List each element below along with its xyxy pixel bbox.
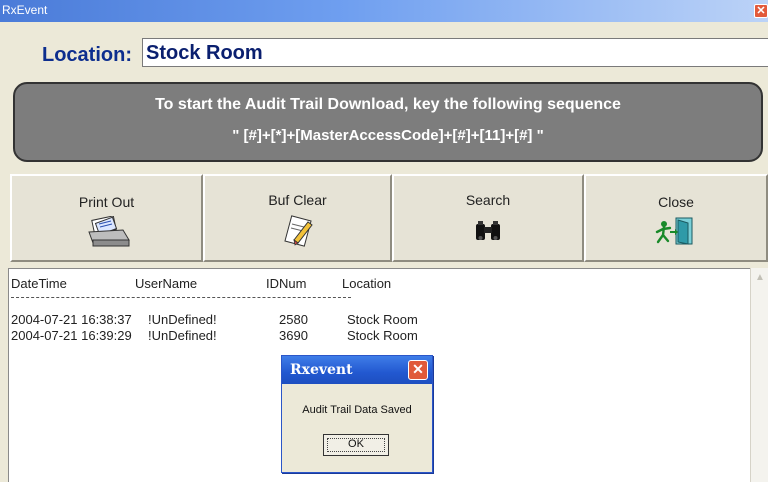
row-2-datetime: 2004-07-21 16:39:29 [11, 328, 132, 343]
row-1-location: Stock Room [347, 312, 418, 327]
header-datetime: DateTime [11, 276, 67, 291]
search-label: Search [465, 192, 511, 208]
dialog-title: Rxevent [290, 362, 353, 378]
print-out-label: Print Out [78, 194, 135, 210]
window-close-button[interactable]: ✕ [754, 4, 768, 18]
header-location: Location [342, 276, 392, 291]
buf-clear-label: Buf Clear [268, 192, 327, 208]
row-1-idnum: 2580 [279, 312, 308, 327]
close-button[interactable]: Close [584, 174, 768, 262]
window-title: RxEvent [2, 3, 48, 17]
scroll-up-icon[interactable]: ▲ [753, 271, 767, 285]
instruction-banner: To start the Audit Trail Download, key t… [13, 82, 763, 162]
message-dialog: Rxevent ✕ Audit Trail Data Saved OK [281, 355, 433, 473]
header-divider [11, 297, 351, 298]
row-2-username: !UnDefined! [148, 328, 217, 343]
dialog-close-button[interactable]: ✕ [408, 360, 428, 380]
row-2-idnum: 3690 [279, 328, 308, 343]
exit-door-icon [654, 216, 698, 251]
dialog-title-bar: Rxevent ✕ [282, 356, 432, 384]
toolbar: Print Out Buf Clear Search Close [10, 174, 768, 262]
row-1-username: !UnDefined! [148, 312, 217, 327]
row-2-location: Stock Room [347, 328, 418, 343]
eraser-document-icon [278, 214, 318, 253]
buf-clear-button[interactable]: Buf Clear [203, 174, 392, 262]
printer-icon [77, 215, 137, 251]
header-idnum: IDNum [266, 276, 307, 291]
close-label: Close [658, 194, 694, 210]
dialog-message: Audit Trail Data Saved [302, 404, 412, 416]
row-1-datetime: 2004-07-21 16:38:37 [11, 312, 132, 327]
banner-line-1: To start the Audit Trail Download, key t… [155, 96, 621, 113]
location-field[interactable]: Stock Room [142, 38, 768, 67]
location-label: Location: [42, 44, 132, 66]
print-out-button[interactable]: Print Out [10, 174, 203, 262]
banner-line-2: " [#]+[*]+[MasterAccessCode]+[#]+[11]+[#… [232, 127, 544, 144]
header-username: UserName [135, 276, 198, 291]
title-bar: RxEvent ✕ [0, 0, 768, 22]
search-button[interactable]: Search [392, 174, 584, 262]
vertical-scrollbar[interactable]: ▲ [750, 268, 768, 482]
ok-label: OK [348, 438, 364, 450]
app-window: RxEvent ✕ Location: Stock Room To start … [0, 0, 768, 482]
ok-button[interactable]: OK [323, 434, 389, 456]
binoculars-icon [473, 220, 503, 247]
